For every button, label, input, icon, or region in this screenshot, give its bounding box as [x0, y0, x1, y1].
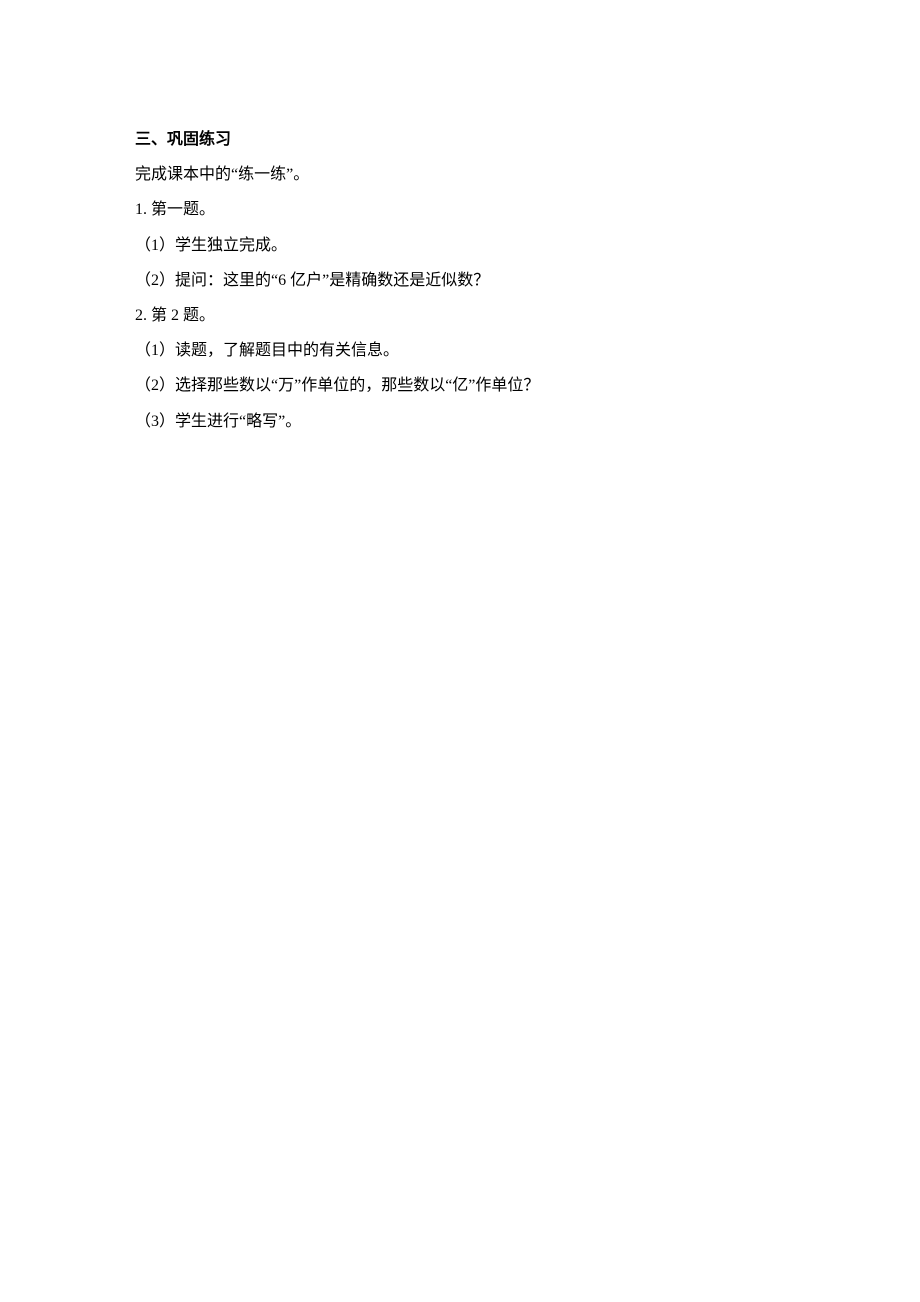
text-line-2: （1）学生独立完成。 — [135, 228, 790, 263]
text-line-0: 完成课本中的“练一练”。 — [135, 157, 790, 192]
text-line-7: （3）学生进行“略写”。 — [135, 404, 790, 439]
text-line-6: （2）选择那些数以“万”作单位的，那些数以“亿”作单位？ — [135, 368, 790, 403]
section-heading: 三、巩固练习 — [135, 122, 790, 157]
text-line-4: 2. 第 2 题。 — [135, 298, 790, 333]
text-line-1: 1. 第一题。 — [135, 192, 790, 227]
text-line-5: （1）读题，了解题目中的有关信息。 — [135, 333, 790, 368]
text-line-3: （2）提问：这里的“6 亿户”是精确数还是近似数？ — [135, 263, 790, 298]
